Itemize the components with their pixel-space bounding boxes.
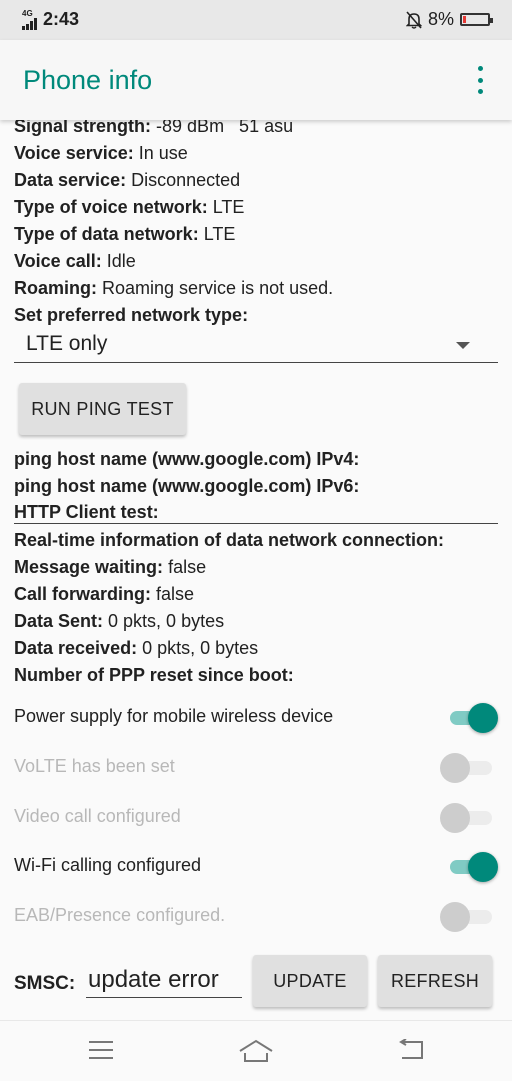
toggle-switch <box>440 902 492 932</box>
network-type-label: 4G <box>22 8 33 18</box>
data-received-label: Data received: <box>14 638 138 658</box>
toggle-row-power-supply[interactable]: Power supply for mobile wireless device <box>14 698 498 738</box>
toggle-row-volte: VoLTE has been set <box>14 748 498 788</box>
navigation-bar <box>0 1020 512 1081</box>
data-service-value: Disconnected <box>131 170 241 190</box>
data-service-label: Data service: <box>14 170 127 190</box>
more-options-icon[interactable] <box>468 66 492 94</box>
data-service-row: Data service: Disconnected <box>14 170 240 191</box>
toggle-switch <box>440 753 492 783</box>
do-not-disturb-icon <box>405 10 422 29</box>
smsc-field[interactable] <box>86 962 242 998</box>
toggle-switch <box>440 803 492 833</box>
toggle-label: Power supply for mobile wireless device <box>14 706 334 726</box>
realtime-heading: Real-time information of data network co… <box>14 530 444 551</box>
data-sent-row: Data Sent: 0 pkts, 0 bytes <box>14 611 224 632</box>
message-waiting-label: Message waiting: <box>14 557 164 577</box>
ping-ipv4-label: ping host name (www.google.com) IPv4: <box>14 449 360 469</box>
voice-call-row: Voice call: Idle <box>14 251 136 272</box>
preferred-network-dropdown[interactable]: LTE only <box>14 330 498 363</box>
toggle-label: EAB/Presence configured. <box>14 905 226 925</box>
battery-percent: 8% <box>427 9 454 29</box>
home-icon[interactable] <box>238 1039 274 1063</box>
data-sent-label: Data Sent: <box>14 611 104 631</box>
preferred-network-selected: LTE only <box>26 332 108 355</box>
back-icon[interactable] <box>398 1039 426 1061</box>
page-title: Phone info <box>23 65 153 95</box>
update-button[interactable]: UPDATE <box>253 955 367 1007</box>
toggle-label: Video call configured <box>14 806 181 826</box>
ppp-reset-row: Number of PPP reset since boot: <box>14 665 294 686</box>
toggle-row-eab-presence: EAB/Presence configured. <box>14 897 498 937</box>
ping-ipv4-row: ping host name (www.google.com) IPv4: <box>14 449 359 470</box>
data-received-row: Data received: 0 pkts, 0 bytes <box>14 638 258 659</box>
http-client-row: HTTP Client test: <box>14 502 159 523</box>
realtime-heading-label: Real-time information of data network co… <box>14 530 445 550</box>
battery-icon <box>460 13 493 26</box>
roaming-row: Roaming: Roaming service is not used. <box>14 278 333 299</box>
refresh-button[interactable]: REFRESH <box>378 955 492 1007</box>
call-forwarding-label: Call forwarding: <box>14 584 152 604</box>
ping-ipv6-row: ping host name (www.google.com) IPv6: <box>14 476 359 497</box>
signal-icon: 4G <box>22 8 37 30</box>
preferred-network-heading: Set preferred network type: <box>14 305 248 326</box>
toggle-label: Wi-Fi calling configured <box>14 855 202 875</box>
smsc-label: SMSC: <box>14 973 76 994</box>
run-ping-test-button[interactable]: RUN PING TEST <box>19 383 186 435</box>
voice-service-row: Voice service: In use <box>14 143 188 164</box>
voice-network-value: LTE <box>212 197 245 217</box>
ppp-reset-label: Number of PPP reset since boot: <box>14 665 294 685</box>
toggle-switch[interactable] <box>446 703 498 733</box>
data-network-row: Type of data network: LTE <box>14 224 235 245</box>
toggle-switch[interactable] <box>446 852 498 882</box>
call-forwarding-value: false <box>156 584 195 604</box>
preferred-network-label: Set preferred network type: <box>14 305 249 325</box>
call-forwarding-row: Call forwarding: false <box>14 584 194 605</box>
http-client-label: HTTP Client test: <box>14 502 159 522</box>
message-waiting-value: false <box>168 557 207 577</box>
data-network-value: LTE <box>203 224 236 244</box>
voice-network-row: Type of voice network: LTE <box>14 197 244 218</box>
voice-service-label: Voice service: <box>14 143 134 163</box>
app-bar: Phone info <box>0 40 512 120</box>
data-received-value: 0 pkts, 0 bytes <box>142 638 259 658</box>
data-sent-value: 0 pkts, 0 bytes <box>108 611 225 631</box>
message-waiting-row: Message waiting: false <box>14 557 206 578</box>
status-bar: 4G 2:43 8% <box>0 0 512 40</box>
toggle-label: VoLTE has been set <box>14 756 175 776</box>
divider <box>14 523 498 524</box>
voice-call-value: Idle <box>106 251 136 271</box>
toggle-row-video-call: Video call configured <box>14 798 498 838</box>
status-time: 2:43 <box>43 9 80 29</box>
voice-service-value: In use <box>138 143 188 163</box>
voice-network-label: Type of voice network: <box>14 197 208 217</box>
roaming-label: Roaming: <box>14 278 97 298</box>
voice-call-label: Voice call: <box>14 251 102 271</box>
dropdown-arrow-icon <box>456 342 470 349</box>
toggle-row-wifi-calling[interactable]: Wi-Fi calling configured <box>14 847 498 887</box>
data-network-label: Type of data network: <box>14 224 199 244</box>
roaming-value: Roaming service is not used. <box>102 278 334 298</box>
menu-icon[interactable] <box>88 1039 114 1061</box>
ping-ipv6-label: ping host name (www.google.com) IPv6: <box>14 476 360 496</box>
